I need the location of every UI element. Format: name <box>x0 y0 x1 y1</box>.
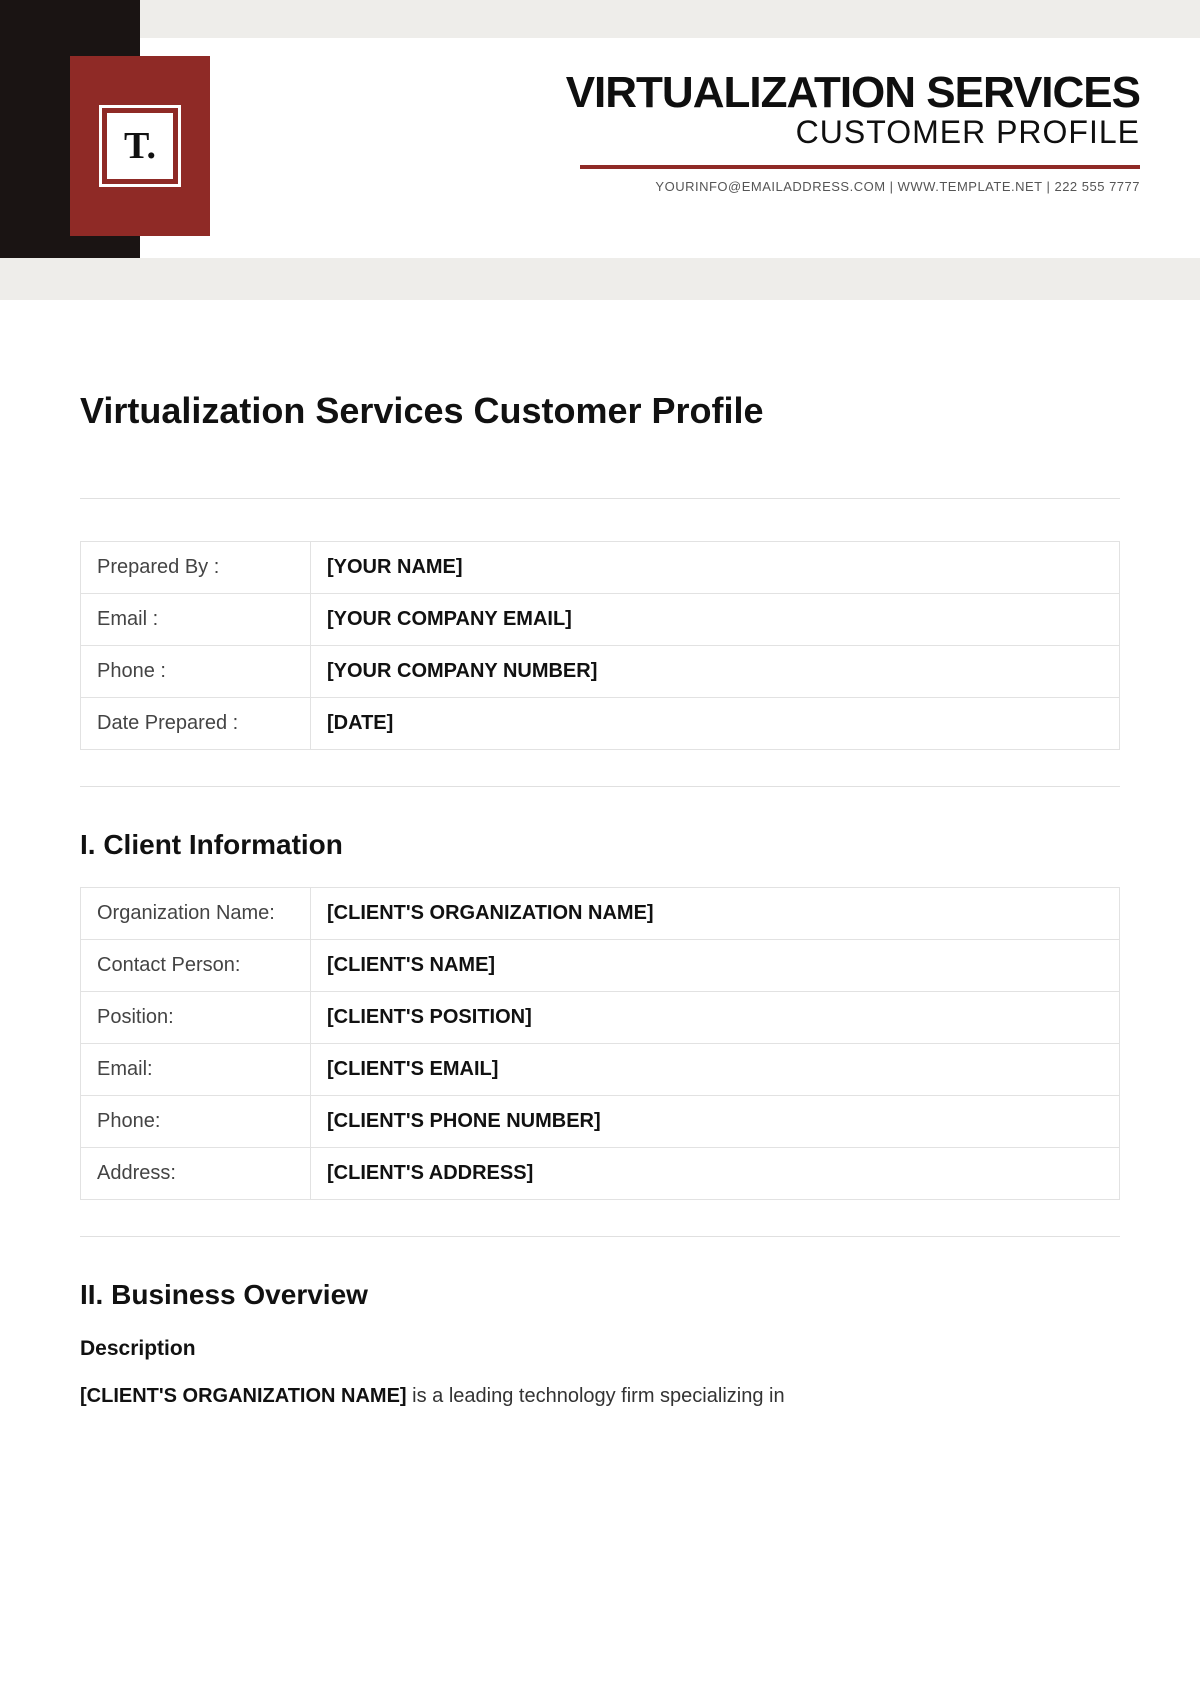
divider <box>80 1236 1120 1237</box>
subheading-description: Description <box>80 1337 1120 1361</box>
table-row: Email: [CLIENT'S EMAIL] <box>81 1044 1120 1096</box>
field-value: [CLIENT'S ADDRESS] <box>311 1148 1120 1200</box>
field-label: Email: <box>81 1044 311 1096</box>
header-contact-line: YOURINFO@EMAILADDRESS.COM | WWW.TEMPLATE… <box>566 179 1140 194</box>
field-value: [CLIENT'S PHONE NUMBER] <box>311 1096 1120 1148</box>
section-heading-business-overview: II. Business Overview <box>80 1279 1120 1311</box>
field-label: Address: <box>81 1148 311 1200</box>
field-value: [YOUR COMPANY NUMBER] <box>311 646 1120 698</box>
paragraph-text: is a leading technology firm specializin… <box>407 1385 785 1407</box>
header-text-block: VIRTUALIZATION SERVICES CUSTOMER PROFILE… <box>566 68 1140 194</box>
field-value: [CLIENT'S EMAIL] <box>311 1044 1120 1096</box>
field-label: Contact Person: <box>81 940 311 992</box>
header-title-line2: CUSTOMER PROFILE <box>566 114 1140 151</box>
document-header: T. VIRTUALIZATION SERVICES CUSTOMER PROF… <box>0 38 1200 258</box>
paragraph-org-name: [CLIENT'S ORGANIZATION NAME] <box>80 1385 407 1407</box>
mid-band <box>0 258 1200 300</box>
table-row: Contact Person: [CLIENT'S NAME] <box>81 940 1120 992</box>
table-row: Date Prepared : [DATE] <box>81 698 1120 750</box>
table-row: Address: [CLIENT'S ADDRESS] <box>81 1148 1120 1200</box>
divider <box>80 786 1120 787</box>
logo-mark: T. <box>107 113 173 179</box>
field-label: Phone: <box>81 1096 311 1148</box>
field-value: [CLIENT'S POSITION] <box>311 992 1120 1044</box>
field-label: Phone : <box>81 646 311 698</box>
description-paragraph: [CLIENT'S ORGANIZATION NAME] is a leadin… <box>80 1379 1120 1413</box>
table-row: Phone : [YOUR COMPANY NUMBER] <box>81 646 1120 698</box>
field-value: [CLIENT'S NAME] <box>311 940 1120 992</box>
logo-box: T. <box>70 56 210 236</box>
field-label: Position: <box>81 992 311 1044</box>
table-row: Prepared By : [YOUR NAME] <box>81 542 1120 594</box>
header-title-line1: VIRTUALIZATION SERVICES <box>566 68 1140 118</box>
field-value: [YOUR NAME] <box>311 542 1120 594</box>
field-label: Organization Name: <box>81 888 311 940</box>
table-row: Email : [YOUR COMPANY EMAIL] <box>81 594 1120 646</box>
table-row: Phone: [CLIENT'S PHONE NUMBER] <box>81 1096 1120 1148</box>
table-row: Organization Name: [CLIENT'S ORGANIZATIO… <box>81 888 1120 940</box>
document-body: Virtualization Services Customer Profile… <box>0 300 1200 1453</box>
divider <box>80 498 1120 499</box>
table-row: Position: [CLIENT'S POSITION] <box>81 992 1120 1044</box>
field-label: Prepared By : <box>81 542 311 594</box>
section-heading-client-info: I. Client Information <box>80 829 1120 861</box>
field-value: [DATE] <box>311 698 1120 750</box>
logo-border: T. <box>99 105 181 187</box>
header-red-rule <box>580 165 1140 169</box>
prepared-by-table: Prepared By : [YOUR NAME] Email : [YOUR … <box>80 541 1120 750</box>
field-label: Date Prepared : <box>81 698 311 750</box>
document-title: Virtualization Services Customer Profile <box>80 390 1120 432</box>
field-value: [CLIENT'S ORGANIZATION NAME] <box>311 888 1120 940</box>
field-value: [YOUR COMPANY EMAIL] <box>311 594 1120 646</box>
field-label: Email : <box>81 594 311 646</box>
client-info-table: Organization Name: [CLIENT'S ORGANIZATIO… <box>80 887 1120 1200</box>
top-band <box>0 0 1200 38</box>
